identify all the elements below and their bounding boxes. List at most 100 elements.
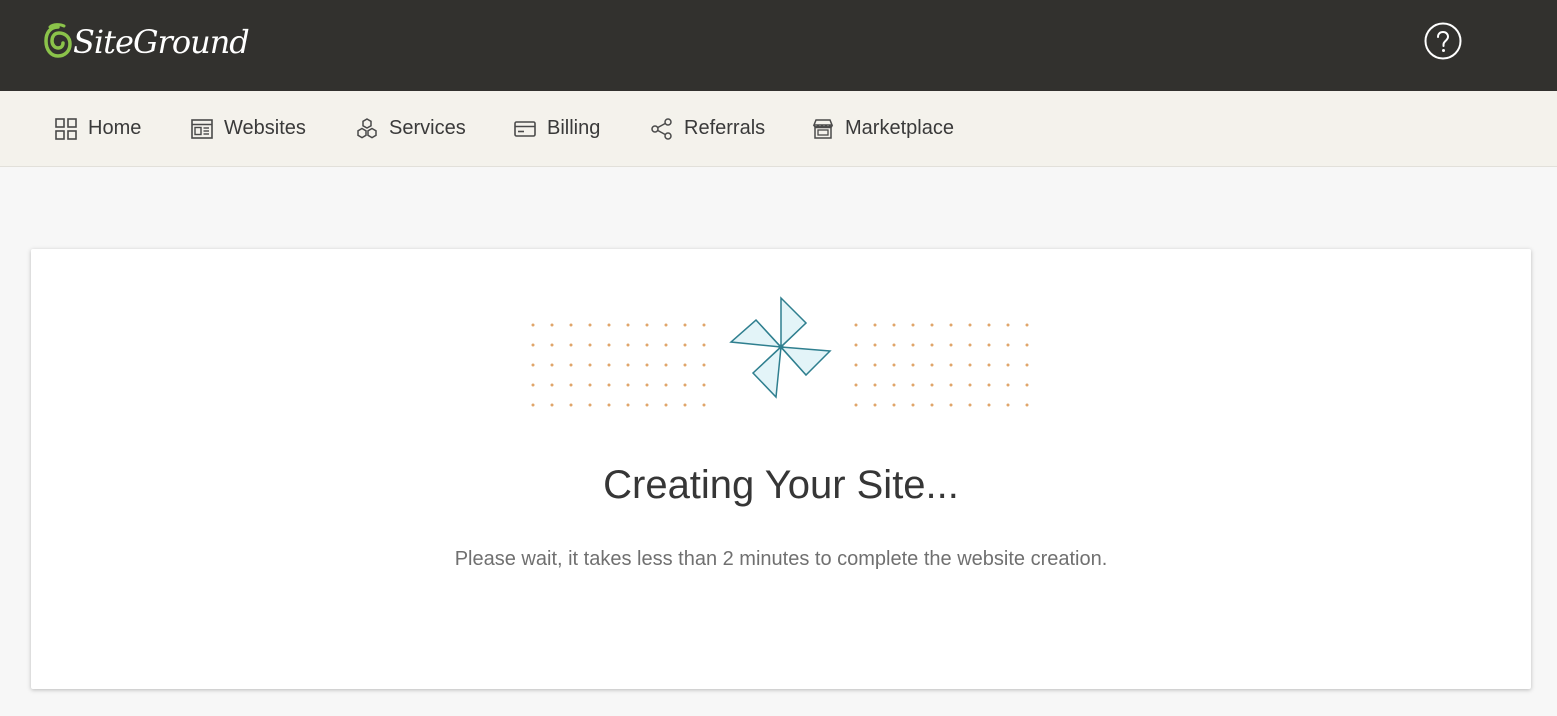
decorative-dot <box>1006 363 1010 367</box>
decorative-dot <box>531 403 535 407</box>
decorative-dot <box>569 323 573 327</box>
decorative-dot <box>1025 363 1029 367</box>
siteground-logo[interactable]: SiteGround <box>44 22 250 62</box>
decorative-dot <box>1025 323 1029 327</box>
nav-item-marketplace[interactable]: Marketplace <box>811 91 954 166</box>
page-title: Creating Your Site... <box>603 463 959 507</box>
nav-item-home[interactable]: Home <box>54 91 141 166</box>
nav-label-referrals: Referrals <box>684 117 766 139</box>
nav-item-referrals[interactable]: Referrals <box>650 91 765 166</box>
decorative-dot <box>1006 383 1010 387</box>
main-navigation: Home Websites Services Billing Referrals… <box>0 91 1557 167</box>
decorative-dot <box>683 323 687 327</box>
decorative-dot <box>930 403 934 407</box>
decorative-dot <box>1025 343 1029 347</box>
decorative-dot <box>1006 403 1010 407</box>
share-nodes-icon <box>651 117 672 140</box>
decorative-dot <box>1025 383 1029 387</box>
nav-item-services[interactable]: Services <box>355 91 466 166</box>
decorative-dot <box>664 343 668 347</box>
decorative-dot <box>930 383 934 387</box>
nav-label-home: Home <box>88 117 142 139</box>
decorative-dot <box>531 343 535 347</box>
decorative-dot <box>664 383 668 387</box>
decorative-dot <box>930 323 934 327</box>
decorative-dot <box>664 363 668 367</box>
nav-item-websites[interactable]: Websites <box>190 91 306 166</box>
decorative-dot <box>911 403 915 407</box>
decorative-dot <box>569 343 573 347</box>
nav-label-billing: Billing <box>547 117 601 139</box>
decorative-dot <box>892 403 896 407</box>
decorative-dot <box>892 363 896 367</box>
decorative-dot <box>588 343 592 347</box>
decorative-dot <box>854 383 858 387</box>
decorative-dot <box>949 383 953 387</box>
nav-item-billing[interactable]: Billing <box>513 91 600 166</box>
decorative-dot <box>892 343 896 347</box>
pinwheel-illustration <box>531 296 1029 407</box>
decorative-dot <box>626 383 630 387</box>
decorative-dot <box>1025 403 1029 407</box>
decorative-dot <box>569 383 573 387</box>
decorative-dot <box>968 323 972 327</box>
decorative-dot <box>968 403 972 407</box>
decorative-dot <box>550 363 554 367</box>
nav-label-websites: Websites <box>224 117 306 139</box>
decorative-dot <box>987 343 991 347</box>
decorative-dot <box>873 383 877 387</box>
decorative-dot <box>854 363 858 367</box>
site-creation-card: Creating Your Site... Please wait, it ta… <box>31 249 1531 689</box>
decorative-dot <box>683 363 687 367</box>
decorative-dot <box>569 363 573 367</box>
decorative-dot <box>987 403 991 407</box>
decorative-dot <box>569 403 573 407</box>
decorative-dot <box>930 343 934 347</box>
decorative-dot <box>873 323 877 327</box>
decorative-dot <box>892 383 896 387</box>
decorative-dot <box>968 343 972 347</box>
status-message: Please wait, it takes less than 2 minute… <box>454 548 1108 570</box>
decorative-dot <box>607 363 611 367</box>
decorative-dot <box>949 363 953 367</box>
decorative-dot <box>683 343 687 347</box>
decorative-dot <box>683 403 687 407</box>
decorative-dot <box>873 403 877 407</box>
decorative-dot <box>550 383 554 387</box>
decorative-dot <box>607 343 611 347</box>
decorative-dot <box>531 323 535 327</box>
decorative-dot <box>987 323 991 327</box>
decorative-dot <box>626 363 630 367</box>
decorative-dot <box>588 403 592 407</box>
decorative-dot <box>607 383 611 387</box>
decorative-dot <box>702 403 706 407</box>
decorative-dot <box>892 323 896 327</box>
decorative-dot <box>702 363 706 367</box>
decorative-dot <box>949 403 953 407</box>
storefront-icon <box>812 118 834 139</box>
decorative-dot <box>702 323 706 327</box>
nav-label-marketplace: Marketplace <box>845 117 954 139</box>
decorative-dot <box>930 363 934 367</box>
decorative-dot <box>645 363 649 367</box>
decorative-dot <box>550 403 554 407</box>
decorative-dot <box>987 383 991 387</box>
browser-window-icon <box>191 118 213 139</box>
decorative-dot <box>626 323 630 327</box>
grid-icon <box>55 117 77 140</box>
decorative-dot <box>588 323 592 327</box>
decorative-dot <box>854 323 858 327</box>
decorative-dot <box>550 323 554 327</box>
help-circle-icon[interactable] <box>1424 22 1462 60</box>
decorative-dot <box>607 403 611 407</box>
decorative-dot <box>911 363 915 367</box>
decorative-dot <box>702 343 706 347</box>
decorative-dot <box>531 383 535 387</box>
decorative-dot <box>911 323 915 327</box>
decorative-dot <box>664 403 668 407</box>
decorative-dot <box>911 343 915 347</box>
siteground-logo-icon <box>44 23 72 58</box>
credit-card-icon <box>514 120 536 137</box>
decorative-dot <box>1006 343 1010 347</box>
decorative-dot <box>550 343 554 347</box>
